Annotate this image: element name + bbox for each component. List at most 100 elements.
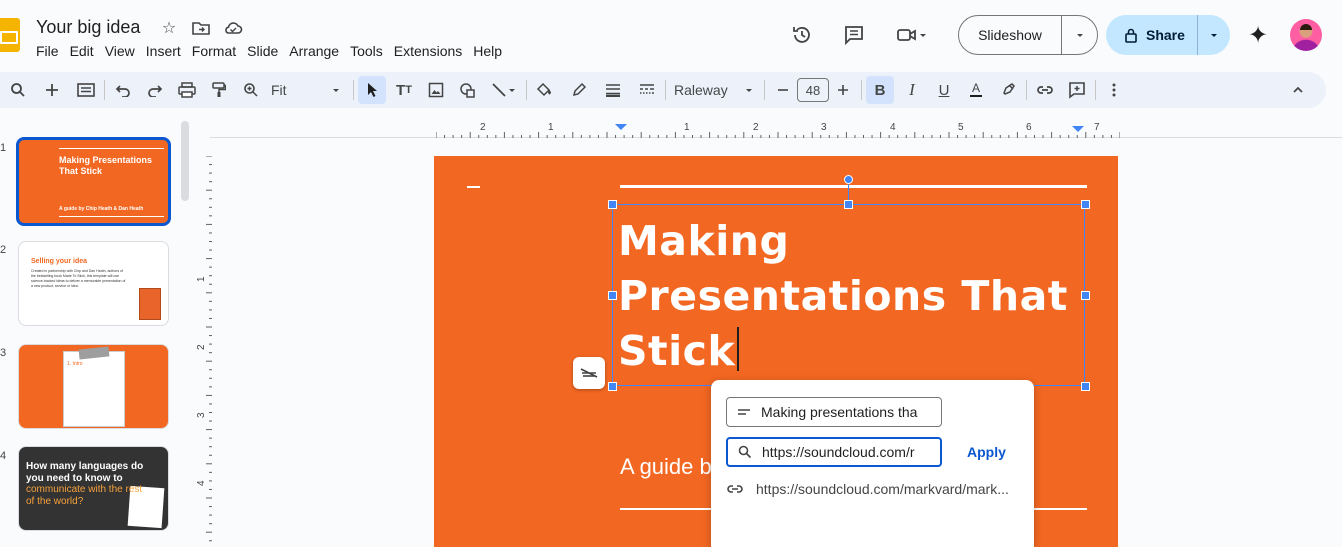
menu-format[interactable]: Format [192,42,241,61]
slide-thumbnail-4[interactable]: How many languages do you need to know t… [18,446,169,531]
italic-icon[interactable]: I [898,76,926,104]
slide-thumbnail-3[interactable]: 1. Intro [18,344,169,429]
thumb-body: Created in partnership with Chip and Dan… [31,269,126,288]
link-url-field[interactable]: https://soundcloud.com/r [726,437,942,467]
paint-format-icon[interactable] [205,76,233,104]
indent-marker-icon[interactable] [615,124,627,130]
insert-image-icon[interactable] [422,76,450,104]
resize-handle-n[interactable] [844,200,853,209]
fill-color-icon[interactable] [531,76,559,104]
right-indent-marker-icon[interactable] [1072,126,1084,132]
link-text-field[interactable]: Making presentations tha [726,397,942,427]
slides-logo-icon[interactable] [0,18,20,52]
highlight-color-icon[interactable] [994,76,1022,104]
meet-icon[interactable] [888,17,936,53]
share-button[interactable]: Share [1106,15,1198,55]
slide-subtitle[interactable]: A guide b [620,454,712,480]
menu-view[interactable]: View [105,42,140,61]
undo-icon[interactable] [109,76,137,104]
add-comment-icon[interactable] [1063,76,1091,104]
ruler-label: 5 [958,122,964,133]
ruler-label: 4 [196,480,207,486]
horizontal-ruler[interactable]: 2 1 1 2 3 4 5 6 7 [436,120,1120,138]
menu-extensions[interactable]: Extensions [394,42,467,61]
border-weight-icon[interactable] [599,76,627,104]
rotation-handle[interactable] [844,175,853,184]
font-select[interactable]: Raleway [670,76,760,104]
share-options-dropdown[interactable] [1198,30,1230,40]
document-title[interactable]: Your big idea [36,17,140,38]
layout-icon[interactable] [72,76,100,104]
thumb-title: 1. Intro [67,361,83,367]
ruler-label: 1 [548,122,554,133]
user-avatar[interactable] [1290,19,1322,51]
slide-thumbnail-2[interactable]: Selling your idea Created in partnership… [18,241,169,326]
search-menus-icon[interactable] [4,76,32,104]
move-to-folder-icon[interactable] [190,17,212,39]
text-box-icon[interactable]: TT [390,76,418,104]
slideshow-button[interactable]: Slideshow [959,16,1062,54]
decrease-font-size-icon[interactable] [769,76,797,104]
menu-file[interactable]: File [36,42,64,61]
link-icon [727,485,743,493]
version-history-icon[interactable] [784,17,820,53]
resize-handle-se[interactable] [1081,382,1090,391]
menu-insert[interactable]: Insert [146,42,186,61]
ruler-label: 3 [196,412,207,418]
border-color-icon[interactable] [565,76,593,104]
apply-link-button[interactable]: Apply [967,444,1006,460]
comments-icon[interactable] [836,17,872,53]
text-color-icon[interactable]: A [962,76,990,104]
print-icon[interactable] [173,76,201,104]
slide-number: 2 [0,244,7,256]
border-dash-icon[interactable] [633,76,661,104]
thumb-title-part1: How many languages do you need to know t… [26,461,144,484]
more-options-icon[interactable] [1100,76,1128,104]
menu-help[interactable]: Help [473,42,507,61]
resize-handle-e[interactable] [1081,291,1090,300]
chevron-down-icon [509,89,515,92]
link-suggestion[interactable]: https://soundcloud.com/markvard/mark... [726,481,1009,497]
text-box-selection[interactable] [612,204,1085,386]
search-icon [728,445,762,459]
link-off-icon [580,368,598,378]
zoom-icon[interactable] [237,76,265,104]
resize-handle-w[interactable] [608,291,617,300]
menu-tools[interactable]: Tools [350,42,388,61]
text-lines-icon [727,407,761,417]
gemini-sparkle-icon[interactable]: ✦ [1244,20,1272,50]
zoom-select[interactable]: Fit [267,76,349,104]
insert-link-icon[interactable] [1031,76,1059,104]
redo-icon[interactable] [141,76,169,104]
filmstrip-scrollbar[interactable] [181,121,189,201]
star-icon[interactable]: ☆ [158,17,180,39]
ruler-label: 6 [1026,122,1032,133]
select-tool-icon[interactable] [358,76,386,104]
font-size-input[interactable]: 48 [797,78,829,102]
toolbar-separator [1095,80,1096,100]
increase-font-size-icon[interactable] [829,76,857,104]
resize-handle-nw[interactable] [608,200,617,209]
menu-arrange[interactable]: Arrange [289,42,344,61]
resize-handle-ne[interactable] [1081,200,1090,209]
bold-icon[interactable]: B [866,76,894,104]
slide-number: 3 [0,347,7,359]
cloud-status-icon[interactable] [222,17,244,39]
shape-icon[interactable] [454,76,482,104]
resize-handle-sw[interactable] [608,382,617,391]
new-slide-icon[interactable] [38,76,66,104]
slide-thumbnail-1[interactable]: Making Presentations That Stick A guide … [16,137,171,226]
thumb-subtitle: A guide by Chip Heath & Dan Heath [59,206,144,212]
menu-edit[interactable]: Edit [70,42,99,61]
vertical-ruler[interactable]: 1 2 3 4 [196,156,212,547]
chevron-down-icon [333,89,339,92]
ruler-label: 3 [821,122,827,133]
collapse-toolbar-icon[interactable] [1284,76,1312,104]
menu-slide[interactable]: Slide [247,42,283,61]
underline-icon[interactable]: U [930,76,958,104]
remove-link-button[interactable] [573,357,605,389]
toolbar-separator [104,80,105,100]
line-tool-icon[interactable] [486,76,522,104]
ruler-label: 2 [753,122,759,133]
slideshow-options-dropdown[interactable] [1062,30,1097,40]
